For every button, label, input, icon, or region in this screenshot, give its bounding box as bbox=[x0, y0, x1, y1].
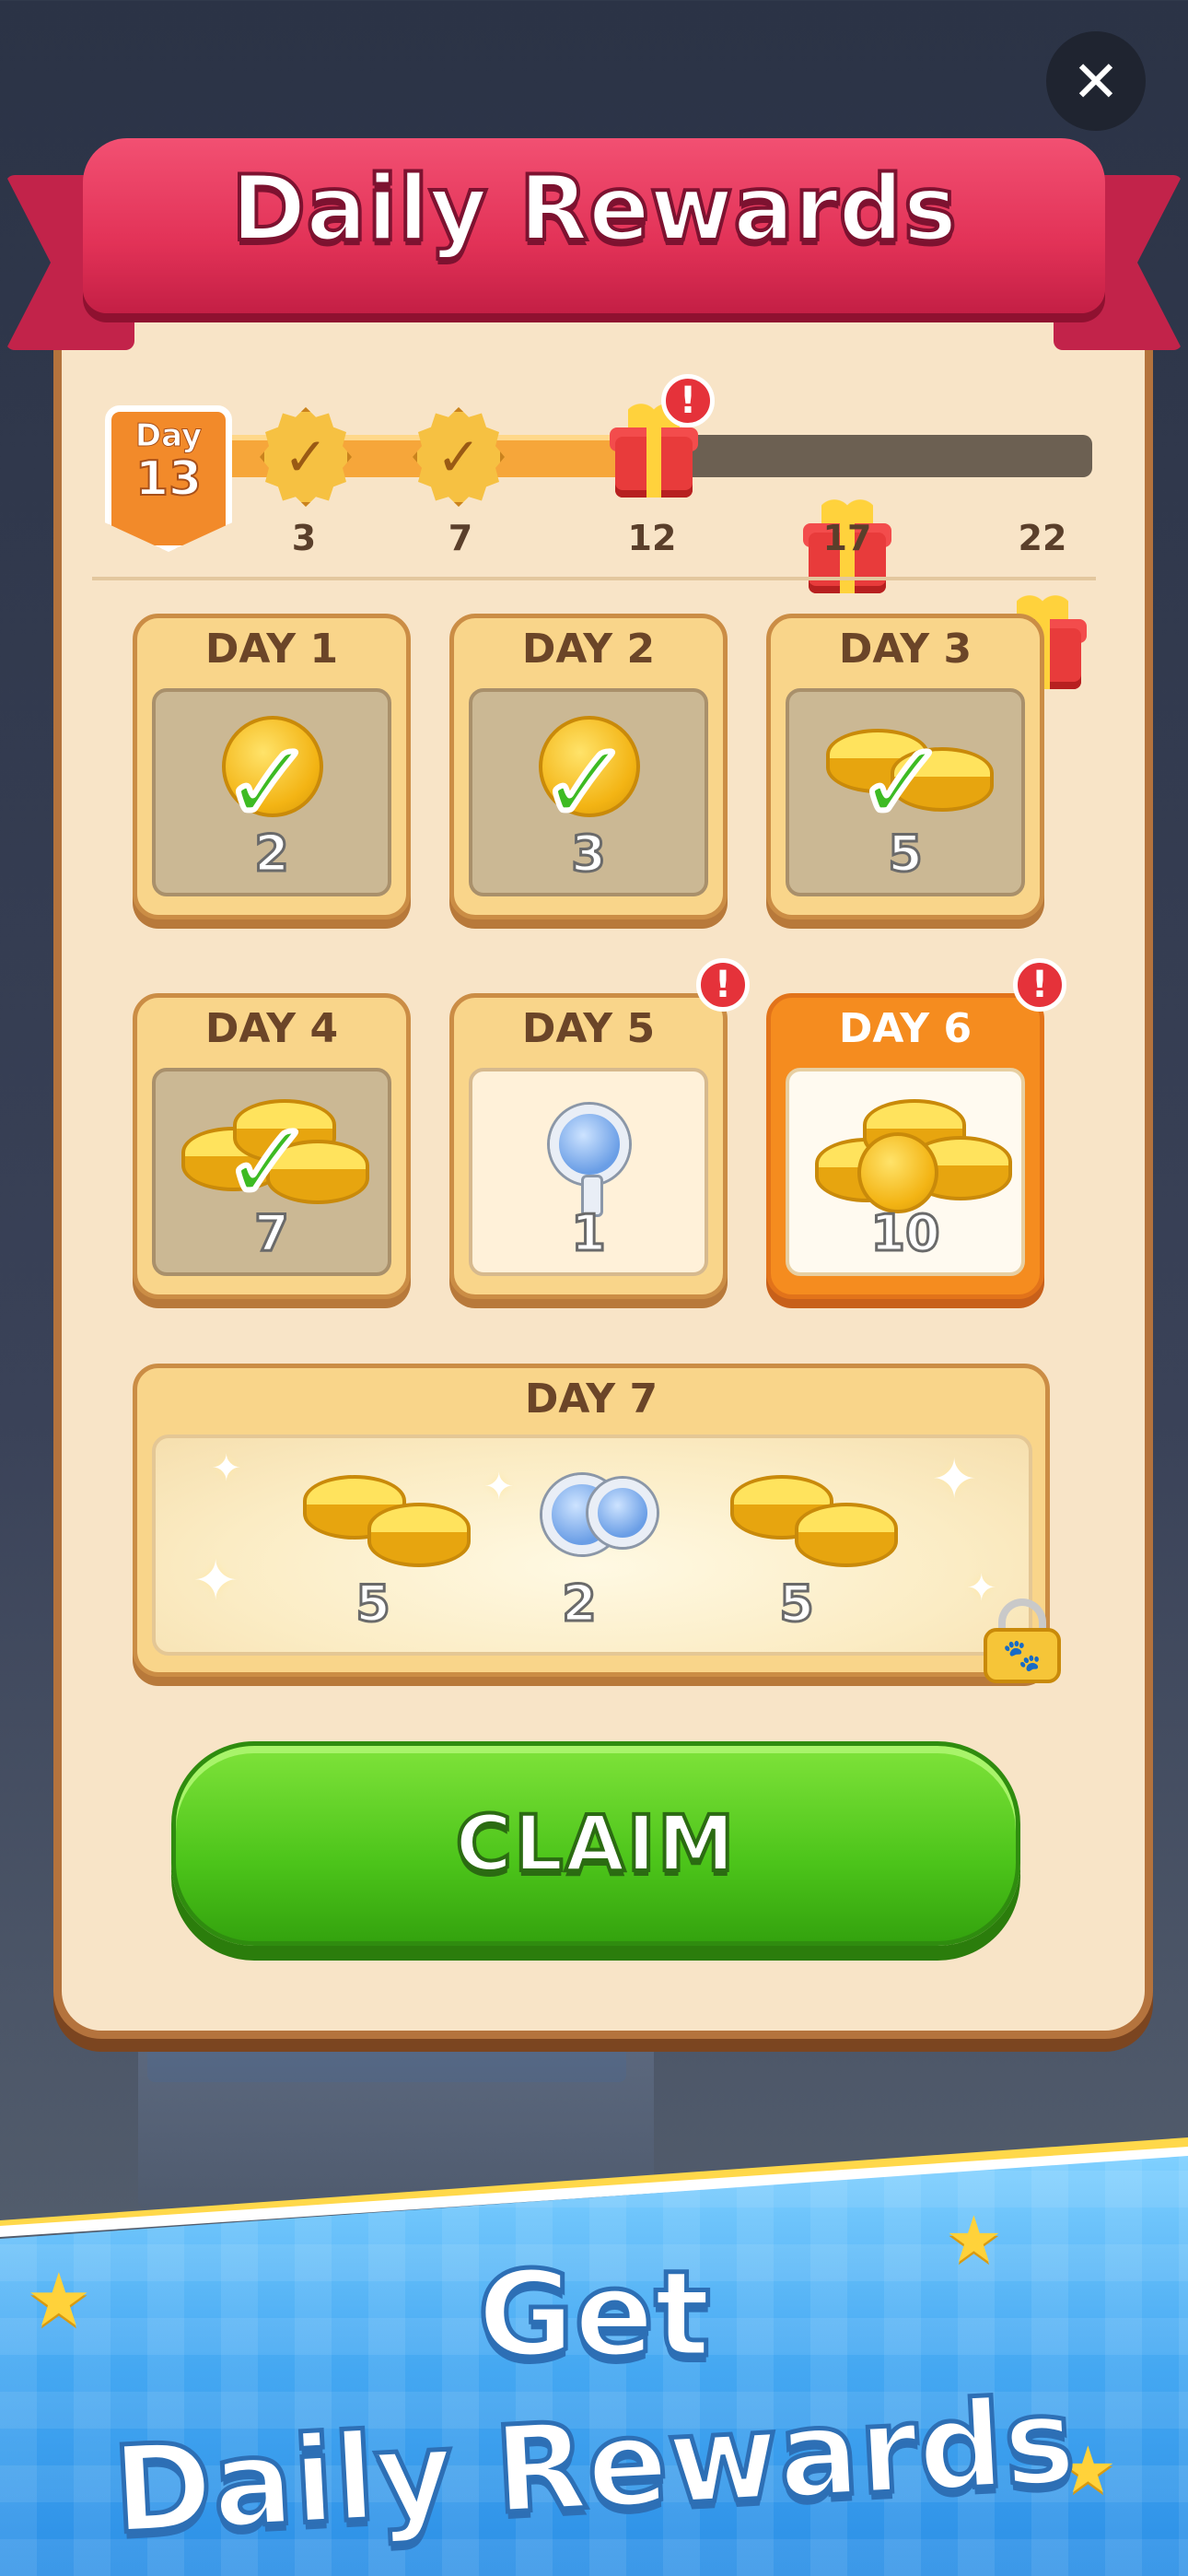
sparkle-icon: ✦ bbox=[192, 1549, 239, 1613]
day-card-2-claimed: DAY 2 ✓ 3 bbox=[449, 614, 728, 919]
reward-quantity: 5 bbox=[778, 1574, 816, 1634]
paw-coin-icon bbox=[857, 1132, 938, 1213]
day-label: DAY 5 bbox=[521, 1005, 656, 1052]
day-label: DAY 2 bbox=[521, 626, 656, 673]
check-seal-icon: ✓ bbox=[260, 407, 352, 507]
milestone-label: 22 bbox=[1018, 518, 1067, 558]
coin-stack-icon bbox=[367, 1503, 471, 1567]
day-badge-number: 13 bbox=[134, 451, 203, 507]
day-badge-label: Day bbox=[134, 417, 203, 455]
claim-label: CLAIM bbox=[453, 1797, 737, 1891]
day-card-7: DAY 7 ✦ ✦ ✦ ✦ ✦ 5 2 5 bbox=[133, 1364, 1050, 1677]
milestone-7-claimed: ✓ bbox=[413, 407, 505, 507]
page-title: Daily Rewards bbox=[229, 155, 959, 263]
alert-icon: ! bbox=[1013, 958, 1066, 1012]
checkmark-icon: ✓ bbox=[536, 720, 635, 848]
reward-slot: 10 bbox=[786, 1068, 1025, 1276]
day-card-3-claimed: DAY 3 ✓ 5 bbox=[766, 614, 1044, 919]
divider bbox=[92, 577, 1096, 580]
promo-heading-line1: Get bbox=[475, 2244, 713, 2386]
reward-quantity: 7 bbox=[253, 1203, 291, 1264]
reward-quantity: 2 bbox=[253, 824, 291, 884]
reward-slot: ✓ 7 bbox=[152, 1068, 391, 1276]
milestone-label: 12 bbox=[627, 518, 677, 558]
reward-quantity: 5 bbox=[355, 1574, 392, 1634]
checkmark-icon: ✓ bbox=[219, 1099, 318, 1227]
day-label: DAY 6 bbox=[838, 1005, 973, 1052]
sparkle-icon: ✦ bbox=[931, 1447, 978, 1512]
day-card-6-current[interactable]: DAY 6 10 bbox=[766, 993, 1044, 1299]
reward-slot: ✓ 2 bbox=[152, 688, 391, 896]
claim-button[interactable]: CLAIM bbox=[171, 1741, 1020, 1946]
lock-icon: 🐾 bbox=[984, 1598, 1061, 1683]
magnifier-icon bbox=[588, 1479, 657, 1547]
alert-icon: ! bbox=[661, 374, 715, 427]
day-card-1-claimed: DAY 1 ✓ 2 bbox=[133, 614, 411, 919]
day-card-4-claimed: DAY 4 ✓ 7 bbox=[133, 993, 411, 1299]
checkmark-icon: ✓ bbox=[853, 720, 951, 848]
milestone-label: 3 bbox=[291, 518, 317, 558]
close-icon: ✕ bbox=[1072, 47, 1120, 115]
reward-quantity: 10 bbox=[869, 1203, 941, 1264]
reward-slot: ✦ ✦ ✦ ✦ ✦ 5 2 5 bbox=[152, 1434, 1032, 1656]
reward-quantity: 2 bbox=[561, 1574, 599, 1634]
reward-quantity: 1 bbox=[570, 1203, 608, 1264]
sparkle-icon: ✦ bbox=[483, 1466, 515, 1508]
day-card-5: DAY 5 1 bbox=[449, 993, 728, 1299]
milestone-label: 7 bbox=[448, 518, 473, 558]
day-label: DAY 3 bbox=[838, 626, 973, 673]
reward-quantity: 3 bbox=[570, 824, 608, 884]
reward-slot: 1 bbox=[469, 1068, 708, 1276]
coin-stack-icon bbox=[795, 1503, 898, 1567]
magnifier-icon bbox=[550, 1105, 629, 1184]
day-label: DAY 4 bbox=[204, 1005, 339, 1052]
check-seal-icon: ✓ bbox=[413, 407, 505, 507]
alert-icon: ! bbox=[696, 958, 750, 1012]
current-day-badge: Day 13 bbox=[105, 405, 232, 552]
day-label: DAY 1 bbox=[204, 626, 339, 673]
milestone-label: 17 bbox=[822, 518, 872, 558]
close-button[interactable]: ✕ bbox=[1046, 31, 1146, 131]
reward-slot: ✓ 5 bbox=[786, 688, 1025, 896]
reward-quantity: 5 bbox=[887, 824, 925, 884]
reward-slot: ✓ 3 bbox=[469, 688, 708, 896]
day-label: DAY 7 bbox=[524, 1376, 658, 1423]
milestone-3-claimed: ✓ bbox=[260, 407, 352, 507]
checkmark-icon: ✓ bbox=[219, 720, 318, 848]
sparkle-icon: ✦ bbox=[211, 1447, 242, 1490]
